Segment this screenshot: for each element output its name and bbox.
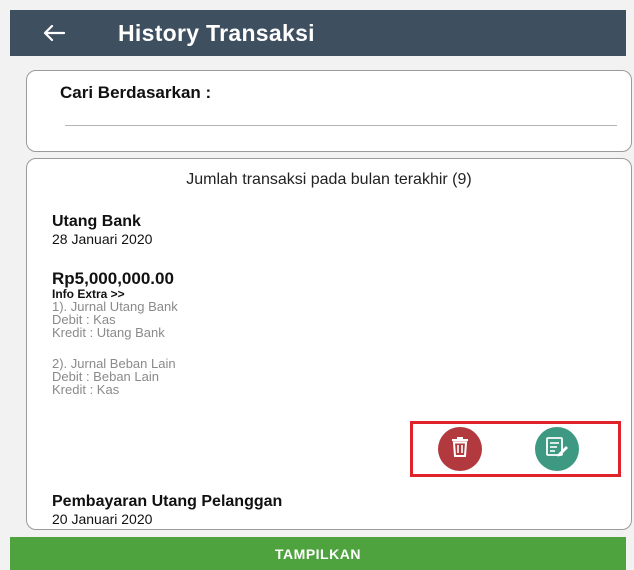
- journal-2-kredit: Kredit : Kas: [52, 382, 120, 397]
- search-card: Cari Berdasarkan :: [26, 70, 632, 152]
- delete-button[interactable]: [438, 427, 482, 471]
- edit-button[interactable]: [535, 427, 579, 471]
- edit-document-icon: [545, 436, 569, 463]
- app-bar: History Transaksi: [10, 10, 626, 56]
- journal-1-kredit: Kredit : Utang Bank: [52, 325, 165, 340]
- transaction-date: 28 Januari 2020: [52, 231, 153, 247]
- tampilkan-label: TAMPILKAN: [275, 545, 361, 562]
- transaction-amount: Rp5,000,000.00: [52, 269, 174, 288]
- transaction-date: 20 Januari 2020: [52, 511, 153, 527]
- transaction-title[interactable]: Pembayaran Utang Pelanggan: [52, 493, 282, 511]
- arrow-left-icon[interactable]: [34, 10, 74, 56]
- transaction-title[interactable]: Utang Bank: [52, 213, 141, 231]
- trash-icon: [450, 436, 470, 463]
- tampilkan-button[interactable]: TAMPILKAN: [10, 537, 626, 570]
- page-title: History Transaksi: [118, 19, 315, 46]
- transaction-count-text: Jumlah transaksi pada bulan terakhir (9): [186, 171, 472, 188]
- search-label: Cari Berdasarkan :: [60, 83, 212, 102]
- search-input[interactable]: [65, 125, 617, 126]
